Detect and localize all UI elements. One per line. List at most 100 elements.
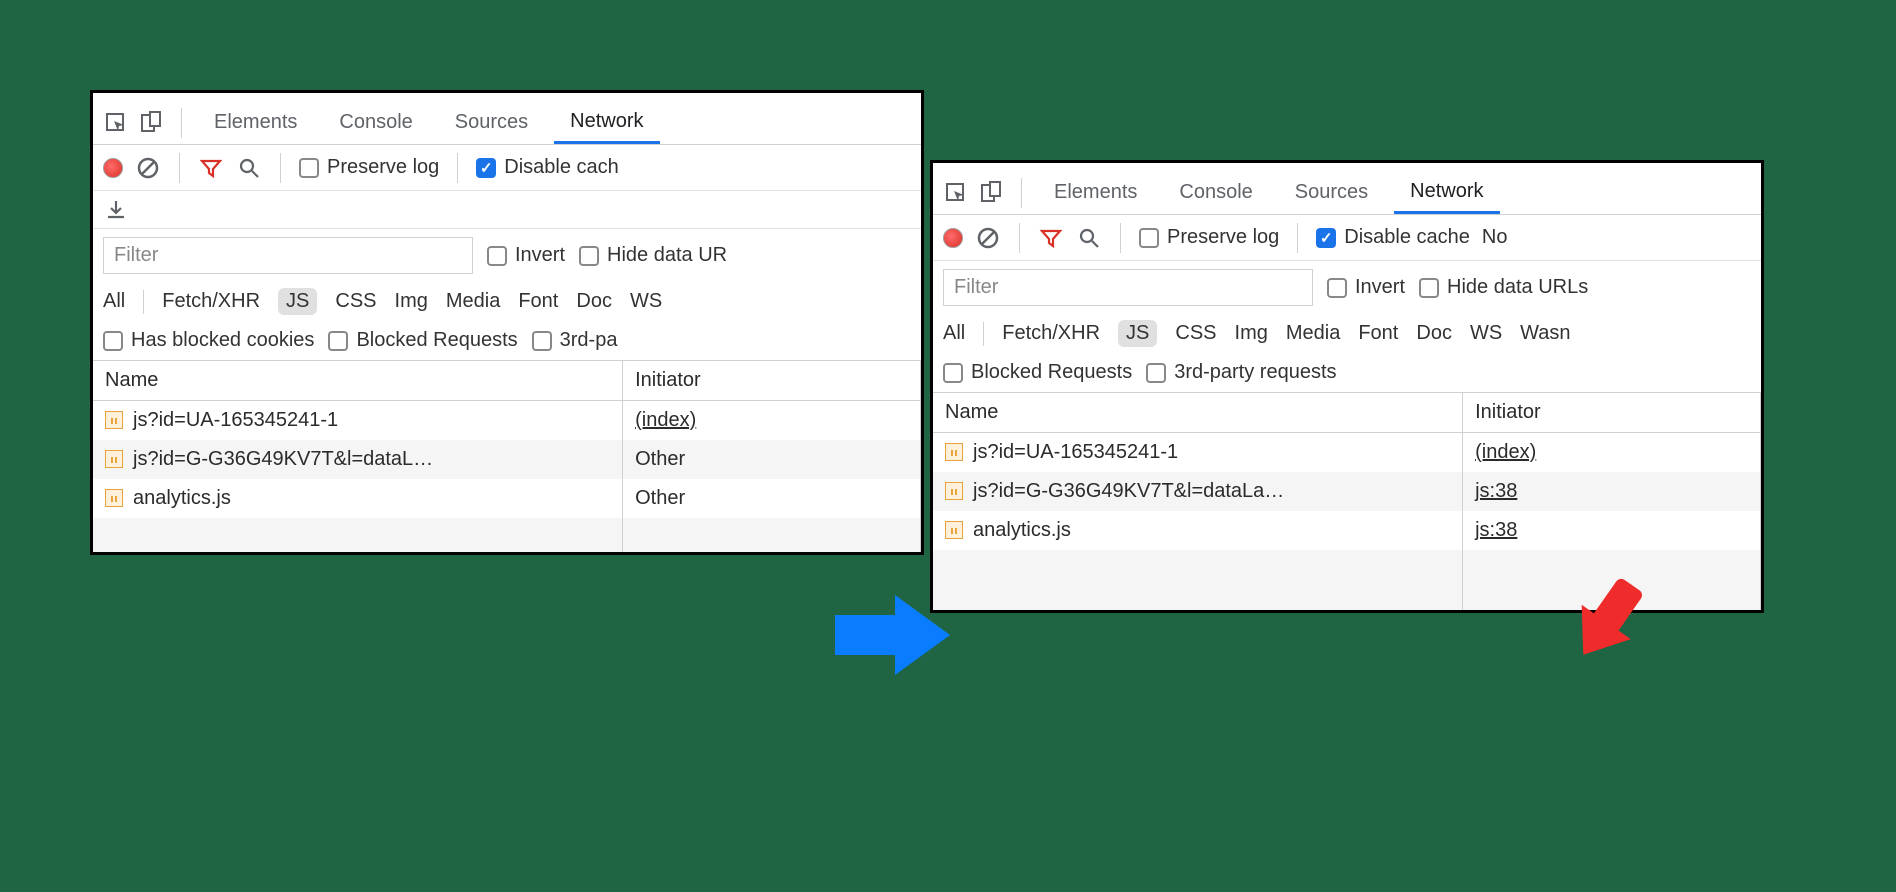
type-fetch[interactable]: Fetch/XHR [162, 290, 260, 313]
type-fetch[interactable]: Fetch/XHR [1002, 322, 1100, 345]
tab-console[interactable]: Console [323, 103, 428, 142]
col-name[interactable]: Name [93, 361, 623, 401]
third-party-toggle[interactable]: 3rd-party requests [1146, 361, 1336, 384]
type-ws[interactable]: WS [1470, 322, 1502, 345]
type-css[interactable]: CSS [335, 290, 376, 313]
type-font[interactable]: Font [1358, 322, 1398, 345]
download-row [93, 191, 921, 229]
tab-elements[interactable]: Elements [1038, 173, 1153, 212]
tab-network[interactable]: Network [1394, 172, 1499, 214]
type-img[interactable]: Img [395, 290, 428, 313]
checkbox-icon[interactable] [487, 246, 507, 266]
initiator-link[interactable]: (index) [635, 409, 696, 431]
preserve-log-toggle[interactable]: Preserve log [299, 156, 439, 179]
type-ws[interactable]: WS [630, 290, 662, 313]
device-toolbar-icon[interactable] [139, 110, 165, 136]
third-party-toggle[interactable]: 3rd-pa [532, 329, 618, 352]
type-all[interactable]: All [943, 322, 965, 345]
tab-console[interactable]: Console [1163, 173, 1268, 212]
third-party-label: 3rd-pa [560, 329, 618, 352]
filter-bar: Filter Invert Hide data UR [93, 229, 921, 282]
checkbox-icon[interactable] [1419, 278, 1439, 298]
record-button[interactable] [943, 228, 963, 248]
table-row[interactable]: js?id=UA-165345241-1 (index) [933, 433, 1761, 473]
checkbox-icon[interactable] [532, 331, 552, 351]
inspect-icon[interactable] [943, 180, 969, 206]
type-all[interactable]: All [103, 290, 125, 313]
checkbox-checked-icon[interactable] [476, 158, 496, 178]
hide-data-urls-toggle[interactable]: Hide data UR [579, 244, 727, 267]
checkbox-checked-icon[interactable] [1316, 228, 1336, 248]
tabs-row: Elements Console Sources Network [93, 93, 921, 145]
download-icon[interactable] [103, 197, 129, 223]
type-font[interactable]: Font [518, 290, 558, 313]
type-wasm[interactable]: Wasn [1520, 322, 1570, 345]
blocked-requests-toggle[interactable]: Blocked Requests [328, 329, 517, 352]
type-img[interactable]: Img [1235, 322, 1268, 345]
col-initiator[interactable]: Initiator [623, 361, 921, 401]
type-doc[interactable]: Doc [1416, 322, 1452, 345]
col-initiator[interactable]: Initiator [1463, 393, 1761, 433]
checkbox-icon[interactable] [103, 331, 123, 351]
request-name: js?id=G-G36G49KV7T&l=dataLa… [973, 480, 1284, 502]
inspect-icon[interactable] [103, 110, 129, 136]
tab-network[interactable]: Network [554, 102, 659, 144]
has-blocked-cookies-toggle[interactable]: Has blocked cookies [103, 329, 314, 352]
invert-toggle[interactable]: Invert [1327, 276, 1405, 299]
disable-cache-label: Disable cache [1344, 226, 1470, 249]
table-row[interactable]: js?id=UA-165345241-1 (index) [93, 401, 921, 441]
checkbox-icon[interactable] [299, 158, 319, 178]
device-toolbar-icon[interactable] [979, 180, 1005, 206]
initiator-link[interactable]: js:38 [1475, 519, 1517, 541]
type-media[interactable]: Media [446, 290, 500, 313]
disable-cache-toggle[interactable]: Disable cache [1316, 226, 1470, 249]
checkbox-icon[interactable] [943, 363, 963, 383]
filter-icon[interactable] [1038, 225, 1064, 251]
blocked-requests-label: Blocked Requests [356, 329, 517, 352]
tab-sources[interactable]: Sources [439, 103, 544, 142]
network-table: Name Initiator js?id=UA-165345241-1 (ind… [93, 361, 921, 552]
table-row[interactable]: analytics.js Other [93, 479, 921, 518]
type-js[interactable]: JS [1118, 320, 1157, 347]
checkbox-icon[interactable] [1327, 278, 1347, 298]
checkbox-icon[interactable] [579, 246, 599, 266]
red-arrow-annotation-icon [1550, 560, 1660, 670]
type-doc[interactable]: Doc [576, 290, 612, 313]
disable-cache-toggle[interactable]: Disable cach [476, 156, 619, 179]
js-file-icon [105, 450, 123, 468]
has-blocked-cookies-label: Has blocked cookies [131, 329, 314, 352]
col-name[interactable]: Name [933, 393, 1463, 433]
separator [179, 153, 180, 183]
preserve-log-label: Preserve log [327, 156, 439, 179]
table-row[interactable]: js?id=G-G36G49KV7T&l=dataL… Other [93, 440, 921, 479]
invert-toggle[interactable]: Invert [487, 244, 565, 267]
blocked-requests-toggle[interactable]: Blocked Requests [943, 361, 1132, 384]
tab-elements[interactable]: Elements [198, 103, 313, 142]
filter-icon[interactable] [198, 155, 224, 181]
checkbox-icon[interactable] [1139, 228, 1159, 248]
network-toolbar: Preserve log Disable cach [93, 145, 921, 191]
filter-input[interactable]: Filter [103, 237, 473, 274]
clear-icon[interactable] [975, 225, 1001, 251]
separator [1021, 178, 1022, 208]
hide-data-urls-toggle[interactable]: Hide data URLs [1419, 276, 1588, 299]
filter-input[interactable]: Filter [943, 269, 1313, 306]
record-button[interactable] [103, 158, 123, 178]
preserve-log-toggle[interactable]: Preserve log [1139, 226, 1279, 249]
checkbox-icon[interactable] [1146, 363, 1166, 383]
search-icon[interactable] [1076, 225, 1102, 251]
separator [1019, 223, 1020, 253]
js-file-icon [945, 443, 963, 461]
initiator-link[interactable]: (index) [1475, 441, 1536, 463]
clear-icon[interactable] [135, 155, 161, 181]
type-css[interactable]: CSS [1175, 322, 1216, 345]
initiator-link[interactable]: js:38 [1475, 480, 1517, 502]
checkbox-icon[interactable] [328, 331, 348, 351]
type-media[interactable]: Media [1286, 322, 1340, 345]
table-row[interactable]: js?id=G-G36G49KV7T&l=dataLa… js:38 [933, 472, 1761, 511]
blocked-requests-label: Blocked Requests [971, 361, 1132, 384]
search-icon[interactable] [236, 155, 262, 181]
table-row[interactable]: analytics.js js:38 [933, 511, 1761, 550]
type-js[interactable]: JS [278, 288, 317, 315]
tab-sources[interactable]: Sources [1279, 173, 1384, 212]
